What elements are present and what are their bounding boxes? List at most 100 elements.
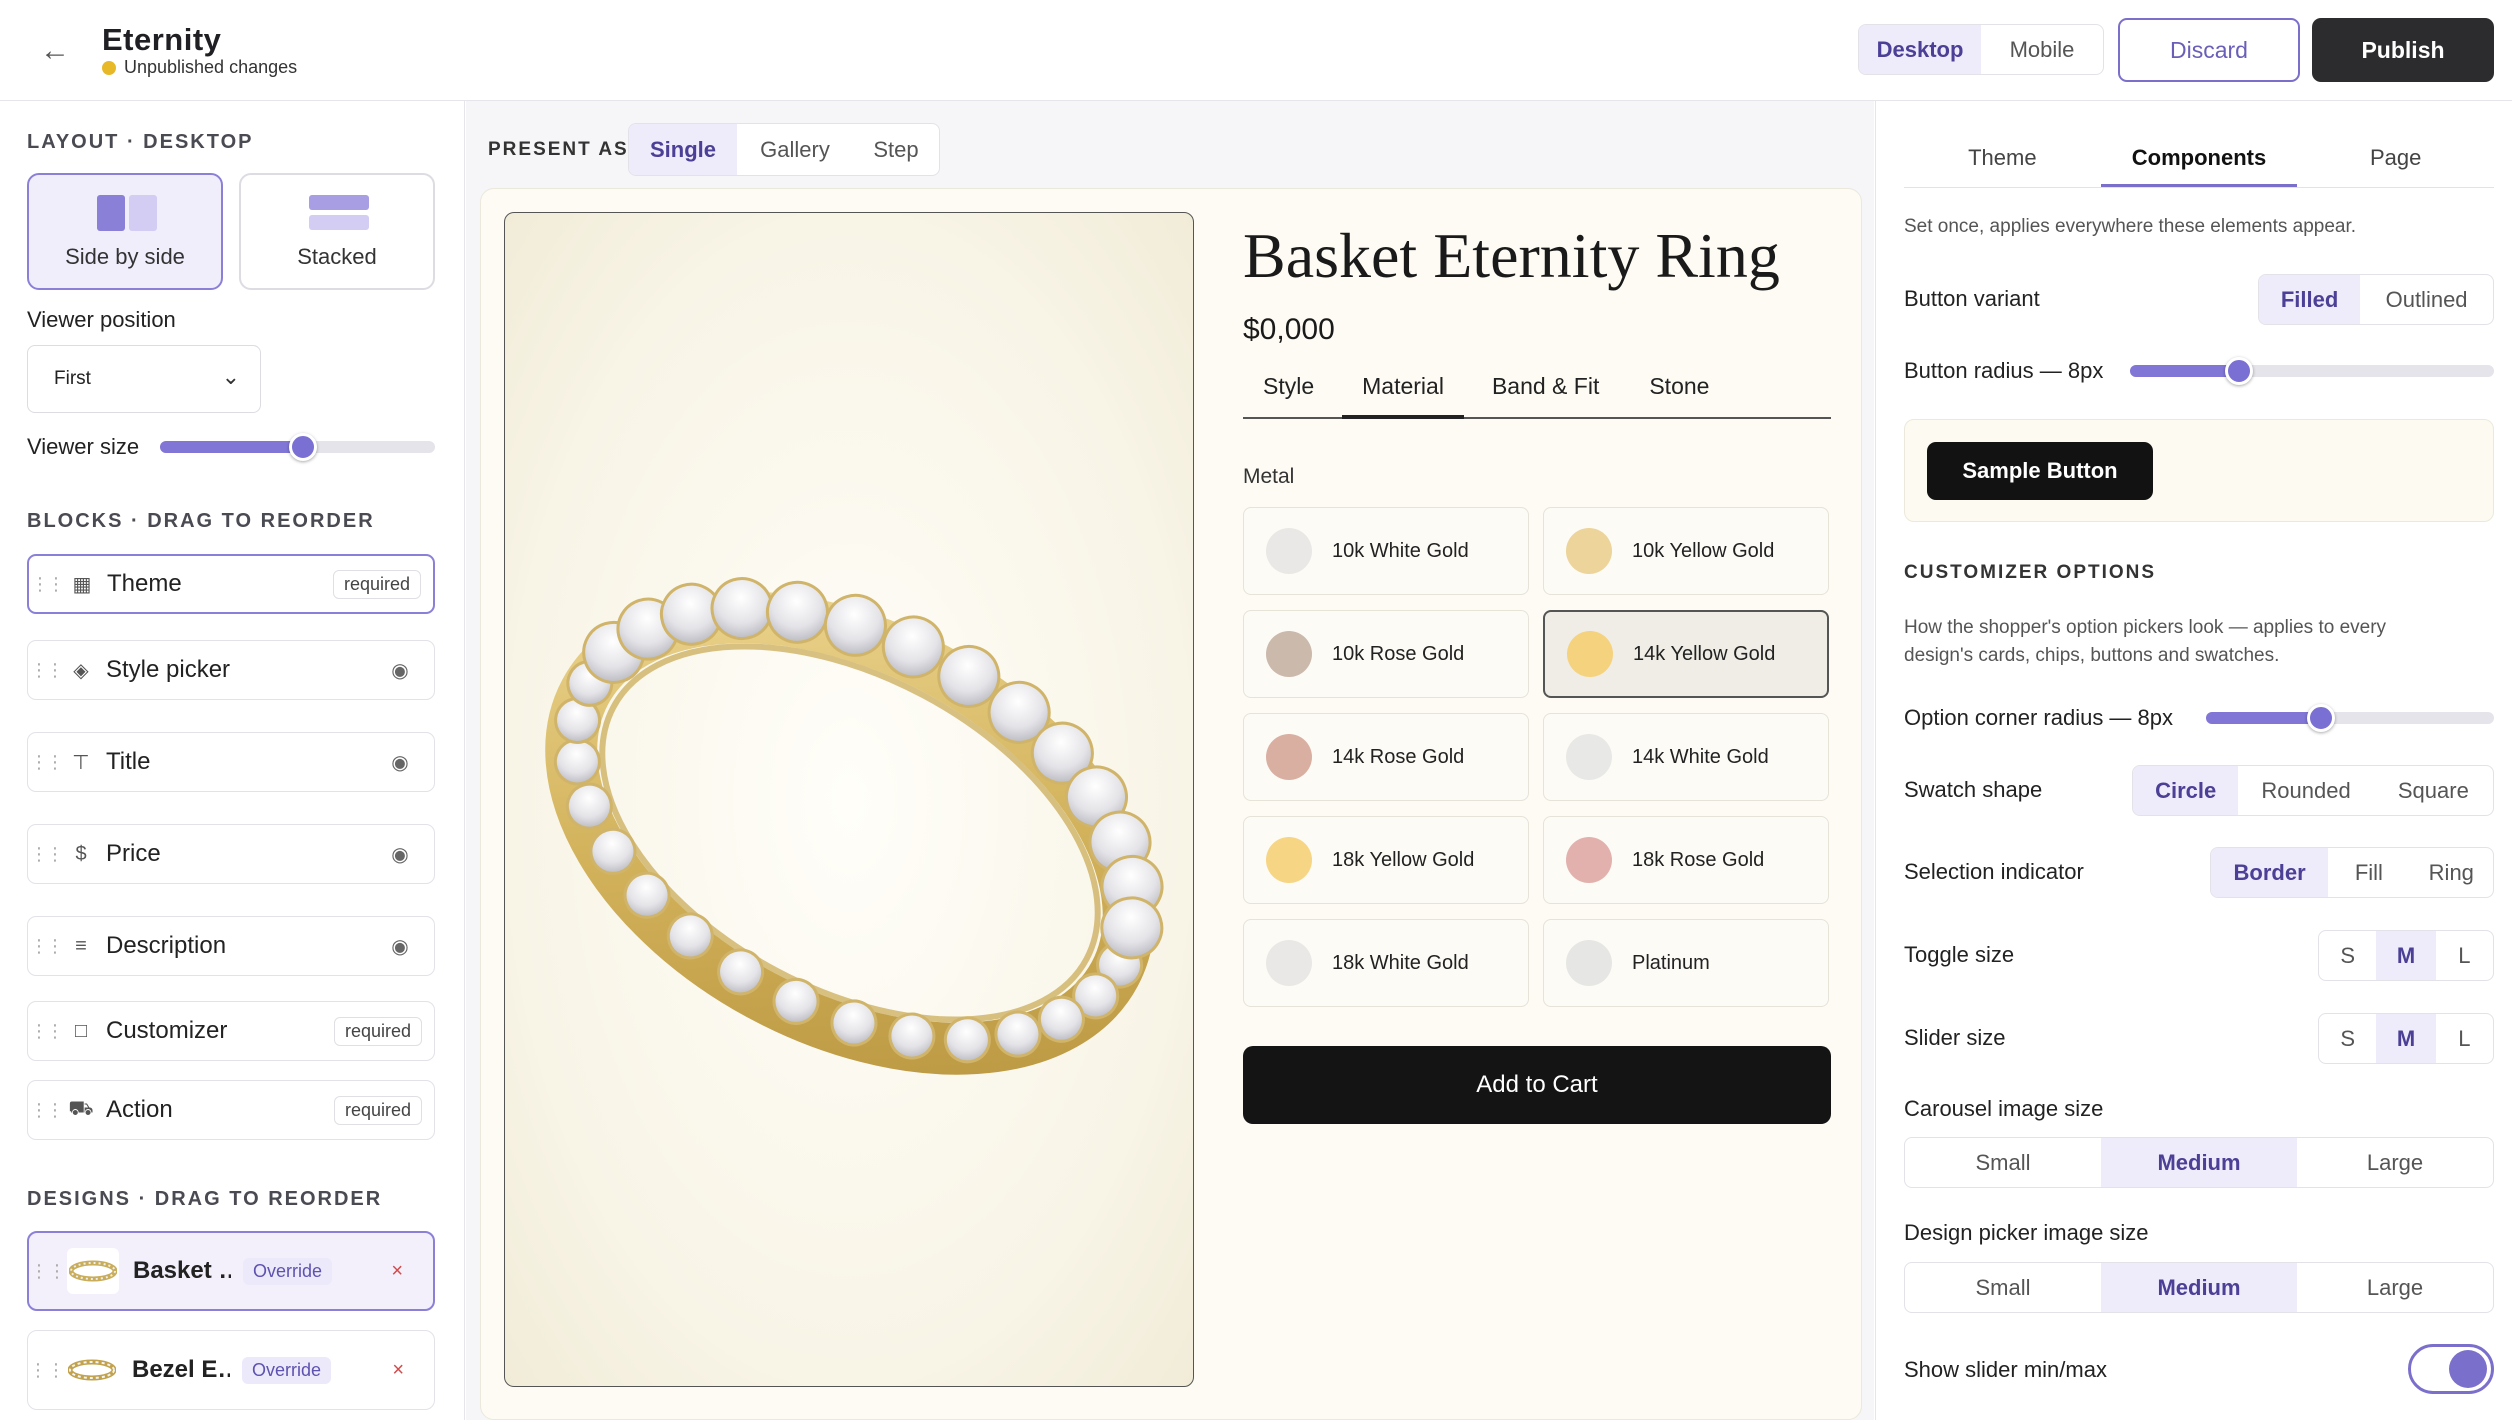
size-m[interactable]: M [2376,931,2436,980]
block-label: Price [106,840,161,867]
option-ring[interactable]: Ring [2410,848,2493,897]
tab-desktop[interactable]: Desktop [1859,25,1981,74]
override-button[interactable]: Override [242,1356,332,1384]
metal-option[interactable]: 10k White Gold [1243,507,1529,595]
block-style-picker[interactable]: ⋮⋮ ◈ Style picker ◉ [27,640,435,700]
eye-icon[interactable]: ◉ [380,658,420,683]
option-radius-label: Option corner radius — 8px [1904,705,2174,730]
layout-side-by-side-card[interactable]: Side by side [27,173,223,290]
block-label: Customizer [106,1017,228,1044]
size-large[interactable]: Large [2297,1263,2493,1312]
eye-icon[interactable]: ◉ [380,750,420,775]
slider-handle[interactable] [2307,704,2336,732]
preview-area: PRESENT AS Single Gallery Step Basket Et… [466,101,1874,1420]
option-border[interactable]: Border [2211,848,2329,897]
metal-option[interactable]: 14k Rose Gold [1243,713,1529,801]
selection-indicator-label: Selection indicator [1904,859,2084,884]
button-variant-label: Button variant [1904,286,2040,311]
size-small[interactable]: Small [1905,1138,2101,1187]
drag-handle-icon[interactable]: ⋮⋮ [28,936,64,957]
size-l[interactable]: L [2436,1014,2493,1063]
block-theme[interactable]: ⋮⋮ ▦ Theme required [27,554,435,614]
option-circle[interactable]: Circle [2133,766,2239,815]
option-square[interactable]: Square [2374,766,2493,815]
tab-gallery[interactable]: Gallery [737,124,853,175]
size-s[interactable]: S [2319,1014,2376,1063]
tab-style[interactable]: Style [1243,369,1342,419]
metal-option[interactable]: 18k Rose Gold [1543,816,1829,904]
option-filled[interactable]: Filled [2259,275,2361,324]
tab-components[interactable]: Components [2100,137,2298,187]
option-corner-radius-slider[interactable] [2206,704,2494,732]
size-s[interactable]: S [2319,931,2376,980]
show-slider-minmax-toggle[interactable] [2408,1344,2494,1394]
tab-single[interactable]: Single [629,124,737,175]
close-icon[interactable]: × [392,1359,404,1382]
button-radius-slider[interactable] [2130,357,2494,385]
metal-option[interactable]: 18k White Gold [1243,919,1529,1007]
publish-button[interactable]: Publish [2312,18,2494,82]
add-to-cart-button[interactable]: Add to Cart [1243,1046,1831,1124]
block-customizer[interactable]: ⋮⋮ □ Customizer required [27,1001,435,1061]
design-item[interactable]: ⋮⋮ Bezel E… Override × [27,1330,435,1410]
color-swatch [1266,631,1312,677]
tab-band-fit[interactable]: Band & Fit [1492,369,1649,419]
option-fill[interactable]: Fill [2328,848,2409,897]
tab-material[interactable]: Material [1342,369,1464,419]
size-large[interactable]: Large [2297,1138,2493,1187]
status-indicator: Unpublished changes [102,57,297,78]
metal-option[interactable]: 18k Yellow Gold [1243,816,1529,904]
discard-button[interactable]: Discard [2118,18,2300,82]
slider-handle[interactable] [289,433,317,461]
layout-stacked-card[interactable]: Stacked [239,173,435,290]
drag-handle-icon[interactable]: ⋮⋮ [28,1021,64,1042]
viewer-position-select[interactable]: First ⌄ [27,345,261,413]
eye-icon[interactable]: ◉ [380,842,420,867]
size-medium[interactable]: Medium [2101,1263,2297,1312]
size-medium[interactable]: Medium [2101,1138,2297,1187]
close-icon[interactable]: × [391,1260,403,1283]
metal-option[interactable]: 10k Yellow Gold [1543,507,1829,595]
metal-option[interactable]: 10k Rose Gold [1243,610,1529,698]
viewer-size-slider[interactable] [160,433,435,461]
drag-handle-icon[interactable]: ⋮⋮ [28,660,64,681]
sample-button[interactable]: Sample Button [1927,442,2153,500]
drag-handle-icon[interactable]: ⋮⋮ [28,752,64,773]
metal-option[interactable]: Platinum [1543,919,1829,1007]
viewer-size-label: Viewer size [27,434,140,459]
square-icon: □ [74,1019,88,1042]
tab-theme[interactable]: Theme [1904,137,2101,187]
eye-icon[interactable]: ◉ [380,934,420,959]
metal-option-label: 18k Yellow Gold [1332,848,1475,871]
block-description[interactable]: ⋮⋮ ≡ Description ◉ [27,916,435,976]
grid-icon: ▦ [72,573,92,596]
size-small[interactable]: Small [1905,1263,2101,1312]
text-icon: ⊤ [72,751,90,774]
tab-stone[interactable]: Stone [1649,369,1737,419]
option-rounded[interactable]: Rounded [2238,766,2373,815]
drag-handle-icon[interactable]: ⋮⋮ [29,1261,67,1282]
tab-step[interactable]: Step [853,124,939,175]
drag-handle-icon[interactable]: ⋮⋮ [28,1100,64,1121]
slider-size-toggle: S M L [2318,1013,2494,1064]
toggle-knob [2449,1350,2487,1388]
size-m[interactable]: M [2376,1014,2436,1063]
drag-handle-icon[interactable]: ⋮⋮ [29,574,65,595]
block-action[interactable]: ⋮⋮ ⛟ Action required [27,1080,435,1140]
tab-mobile[interactable]: Mobile [1981,25,2103,74]
design-item[interactable]: ⋮⋮ Basket … Override × [27,1231,435,1311]
product-image-viewer[interactable] [504,212,1194,1387]
tab-page[interactable]: Page [2297,137,2494,187]
drag-handle-icon[interactable]: ⋮⋮ [28,1360,66,1381]
metal-option-label: 10k Yellow Gold [1632,539,1775,562]
slider-handle[interactable] [2225,357,2254,385]
option-outlined[interactable]: Outlined [2360,275,2493,324]
size-l[interactable]: L [2436,931,2493,980]
block-price[interactable]: ⋮⋮ $ Price ◉ [27,824,435,884]
metal-option[interactable]: 14k White Gold [1543,713,1829,801]
arrow-left-icon[interactable]: ← [38,34,72,68]
metal-option[interactable]: 14k Yellow Gold [1543,610,1829,698]
drag-handle-icon[interactable]: ⋮⋮ [28,844,64,865]
override-button[interactable]: Override [243,1257,333,1285]
block-title[interactable]: ⋮⋮ ⊤ Title ◉ [27,732,435,792]
